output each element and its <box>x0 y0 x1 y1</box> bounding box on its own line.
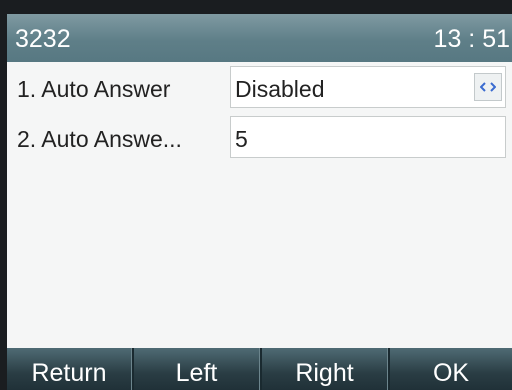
account-label: 3232 <box>15 25 71 53</box>
setting-value: 5 <box>235 126 248 152</box>
auto-answer-delay-input[interactable]: 5 <box>230 116 506 158</box>
left-right-arrows-icon[interactable] <box>474 73 502 101</box>
auto-answer-select[interactable]: Disabled <box>230 66 506 108</box>
left-softkey[interactable]: Left <box>132 348 260 390</box>
setting-row-auto-answer-delay[interactable]: 2. Auto Answe... 5 <box>7 115 512 159</box>
setting-label: 2. Auto Answe... <box>17 126 182 152</box>
setting-label: 1. Auto Answer <box>17 76 171 102</box>
setting-row-auto-answer[interactable]: 1. Auto Answer Disabled <box>7 65 512 109</box>
return-softkey[interactable]: Return <box>7 348 132 390</box>
right-softkey[interactable]: Right <box>260 348 388 390</box>
phone-screen: 3232 13 : 51 1. Auto Answer Disabled 2. … <box>7 14 512 390</box>
ok-softkey[interactable]: OK <box>388 348 512 390</box>
setting-value: Disabled <box>235 76 325 102</box>
softkey-bar: Return Left Right OK <box>7 348 512 390</box>
status-bar: 3232 13 : 51 <box>7 14 512 62</box>
clock: 13 : 51 <box>433 25 510 53</box>
